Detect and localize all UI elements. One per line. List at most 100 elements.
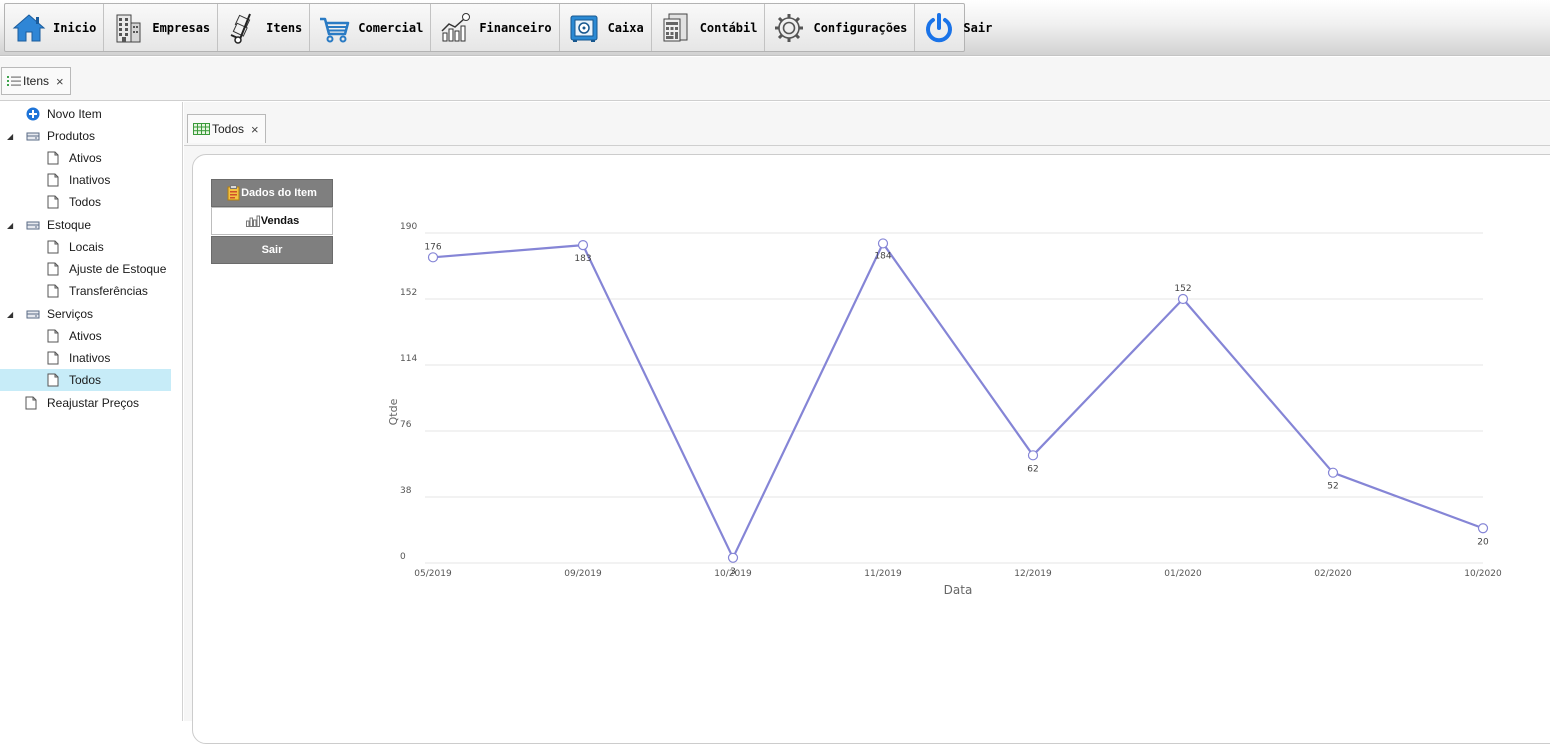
toolbar-button-group: Inicio Empresas Itens Comercial Financei	[4, 3, 992, 52]
tree-item-label: Reajustar Preços	[47, 396, 140, 410]
tree-item-servicos-inativos[interactable]: Inativos	[0, 347, 171, 369]
data-label: 176	[424, 242, 441, 252]
data-point-marker	[1027, 450, 1039, 461]
toolbar-empresas-label: Empresas	[152, 20, 211, 35]
page-icon	[47, 351, 59, 368]
data-label: 62	[1027, 464, 1038, 474]
page-icon	[47, 284, 59, 301]
tree-item-servicos-todos[interactable]: Todos	[0, 369, 171, 391]
toolbar-financeiro-label: Financeiro	[479, 20, 552, 35]
sair-label: Sair	[261, 244, 283, 256]
tree-item-label: Serviços	[47, 307, 94, 321]
toolbar-contabil-label: Contábil	[699, 20, 758, 35]
page-icon	[47, 240, 59, 257]
collapse-triangle-icon[interactable]: ◢	[7, 310, 13, 319]
y-tick-label: 114	[400, 354, 417, 364]
tab-itens[interactable]: Itens ×	[1, 67, 71, 95]
drive-icon	[26, 219, 40, 234]
drive-icon	[26, 130, 40, 145]
data-point-marker	[1477, 523, 1489, 534]
tree-item-produtos-todos[interactable]: Todos	[0, 191, 171, 213]
tree-folder-produtos[interactable]: ◢ Produtos	[0, 125, 171, 147]
finance-chart-icon	[437, 10, 473, 46]
home-icon	[11, 10, 47, 46]
x-tick-label: 12/2019	[1014, 569, 1052, 579]
toolbar-financeiro-button[interactable]: Financeiro	[431, 4, 560, 51]
toolbar-configuracoes-button[interactable]: Configurações	[765, 4, 916, 51]
y-tick-label: 76	[400, 420, 412, 430]
tree-item-estoque-transferencias[interactable]: Transferências	[0, 280, 171, 302]
tree-item-label: Ativos	[69, 151, 102, 165]
page-icon	[47, 151, 59, 168]
tree-item-produtos-ativos[interactable]: Ativos	[0, 147, 171, 169]
toolbar-caixa-button[interactable]: Caixa	[560, 4, 652, 51]
tree-item-label: Todos	[69, 373, 102, 387]
ledger-icon	[658, 10, 694, 46]
tree-item-servicos-ativos[interactable]: Ativos	[0, 325, 171, 347]
y-axis-title: Qtde	[387, 398, 400, 425]
data-point-marker	[1327, 467, 1339, 478]
page-icon	[25, 396, 37, 413]
tree-item-estoque-locais[interactable]: Locais	[0, 236, 171, 258]
collapse-triangle-icon[interactable]: ◢	[7, 221, 13, 230]
data-point-marker	[577, 240, 589, 251]
y-tick-label: 190	[400, 222, 417, 232]
inner-tab-strip-border	[184, 145, 1550, 146]
tree-item-label: Inativos	[69, 173, 111, 187]
item-data-icon	[227, 185, 240, 201]
tab-todos-close-icon[interactable]: ×	[251, 122, 259, 137]
sair-button[interactable]: Sair	[211, 236, 333, 264]
data-label: 3	[730, 567, 736, 577]
tab-itens-close-icon[interactable]: ×	[56, 74, 64, 89]
toolbar-caixa-label: Caixa	[607, 20, 644, 35]
toolbar-inicio-button[interactable]: Inicio	[5, 4, 105, 51]
tree-item-label: Ajuste de Estoque	[69, 262, 167, 276]
tree-item-label: Estoque	[47, 218, 92, 232]
tree-item-label: Locais	[69, 240, 104, 254]
tree-item-reajustar-precos[interactable]: Reajustar Preços	[0, 392, 171, 414]
power-icon	[921, 10, 957, 46]
toolbar-sair-button[interactable]: Sair	[915, 4, 999, 51]
toolbar-contabil-button[interactable]: Contábil	[652, 4, 766, 51]
data-point-marker	[877, 238, 889, 249]
data-label: 52	[1327, 482, 1338, 492]
tree-item-produtos-inativos[interactable]: Inativos	[0, 169, 171, 191]
tab-todos[interactable]: Todos ×	[187, 114, 266, 143]
data-label: 183	[574, 254, 591, 264]
toolbar-inicio-label: Inicio	[53, 20, 97, 35]
hand-truck-icon	[224, 10, 260, 46]
gear-icon	[771, 10, 807, 46]
tree-item-label: Produtos	[47, 129, 96, 143]
toolbar-empresas-button[interactable]: Empresas	[104, 4, 219, 51]
toolbar-comercial-button[interactable]: Comercial	[310, 4, 432, 51]
tree-item-label: Todos	[69, 195, 102, 209]
tree-folder-estoque[interactable]: ◢ Estoque	[0, 214, 171, 236]
x-axis-title: Data	[944, 583, 973, 597]
data-label: 152	[1174, 284, 1191, 294]
page-icon	[47, 173, 59, 190]
x-tick-label: 11/2019	[864, 569, 902, 579]
toolbar-comercial-label: Comercial	[358, 20, 424, 35]
tab-itens-label: Itens	[23, 74, 50, 88]
toolbar-itens-button[interactable]: Itens	[218, 4, 311, 51]
tree-item-estoque-ajuste[interactable]: Ajuste de Estoque	[0, 258, 171, 280]
tree-item-label: Novo Item	[47, 107, 102, 121]
tree-item-novo-item[interactable]: Novo Item	[0, 103, 171, 125]
item-navigation-tree: Novo Item ◢ Produtos Ativos Inativos Tod…	[0, 102, 183, 721]
tree-item-label: Transferências	[69, 284, 148, 298]
collapse-triangle-icon[interactable]: ◢	[7, 132, 13, 141]
x-tick-label: 05/2019	[414, 569, 452, 579]
vendas-button[interactable]: Vendas	[211, 207, 333, 235]
vendas-line-chart: 0387611415219005/2019 09/2019 10/2019 11/20…	[387, 222, 1502, 597]
data-label: 20	[1477, 537, 1489, 547]
tab-todos-label: Todos	[212, 122, 245, 136]
vendas-label: Vendas	[260, 215, 300, 227]
main-toolbar: Inicio Empresas Itens Comercial Financei	[0, 0, 1550, 56]
y-tick-label: 152	[400, 288, 417, 298]
toolbar-configuracoes-label: Configurações	[813, 20, 908, 35]
grid-icon	[193, 123, 210, 135]
dados-do-item-button[interactable]: Dados do Item	[211, 179, 333, 207]
tree-folder-servicos[interactable]: ◢ Serviços	[0, 303, 171, 325]
x-tick-label: 10/2020	[1464, 569, 1502, 579]
tree-item-label: Inativos	[69, 351, 111, 365]
